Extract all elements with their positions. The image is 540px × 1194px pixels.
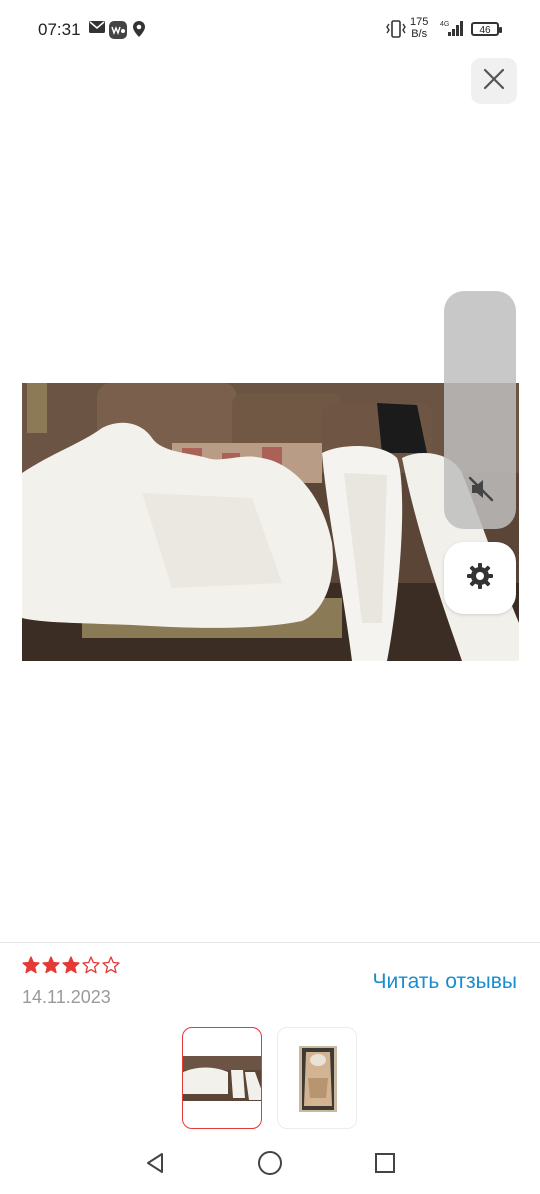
volume-off-icon xyxy=(466,474,496,509)
signal-icon: 4G xyxy=(440,18,466,43)
close-icon xyxy=(483,68,505,95)
close-button[interactable] xyxy=(471,58,517,104)
network-speed: 175 B/s xyxy=(410,16,428,40)
back-button[interactable] xyxy=(140,1150,170,1180)
star-filled-icon xyxy=(22,956,40,974)
network-speed-value: 175 xyxy=(410,16,429,28)
home-button[interactable] xyxy=(255,1150,285,1180)
status-time: 07:31 xyxy=(38,20,81,39)
star-empty-icon xyxy=(82,956,100,974)
settings-button[interactable] xyxy=(444,542,516,614)
svg-text:4G: 4G xyxy=(440,21,449,28)
back-icon xyxy=(143,1151,167,1180)
recents-button[interactable] xyxy=(370,1150,400,1180)
recents-icon xyxy=(373,1151,397,1180)
read-reviews-link[interactable]: Читать отзывы xyxy=(372,970,517,994)
mail-icon xyxy=(88,20,106,39)
review-date: 14.11.2023 xyxy=(22,987,111,1007)
home-icon xyxy=(257,1150,283,1181)
vibrate-icon xyxy=(385,19,407,44)
divider xyxy=(0,942,540,943)
battery-icon: 46 xyxy=(471,22,502,36)
status-bar: 07:31 175 B/s 4G 46 xyxy=(0,0,540,60)
network-speed-unit: B/s xyxy=(411,28,428,40)
wb-app-icon xyxy=(109,21,127,44)
location-icon xyxy=(132,20,146,43)
star-filled-icon xyxy=(42,956,60,974)
star-filled-icon xyxy=(62,956,80,974)
thumbnail-2[interactable] xyxy=(277,1027,357,1129)
rating-stars xyxy=(22,956,120,974)
gear-icon xyxy=(465,561,495,596)
star-empty-icon xyxy=(102,956,120,974)
mute-button[interactable] xyxy=(460,470,502,512)
thumbnail-1[interactable] xyxy=(182,1027,262,1129)
